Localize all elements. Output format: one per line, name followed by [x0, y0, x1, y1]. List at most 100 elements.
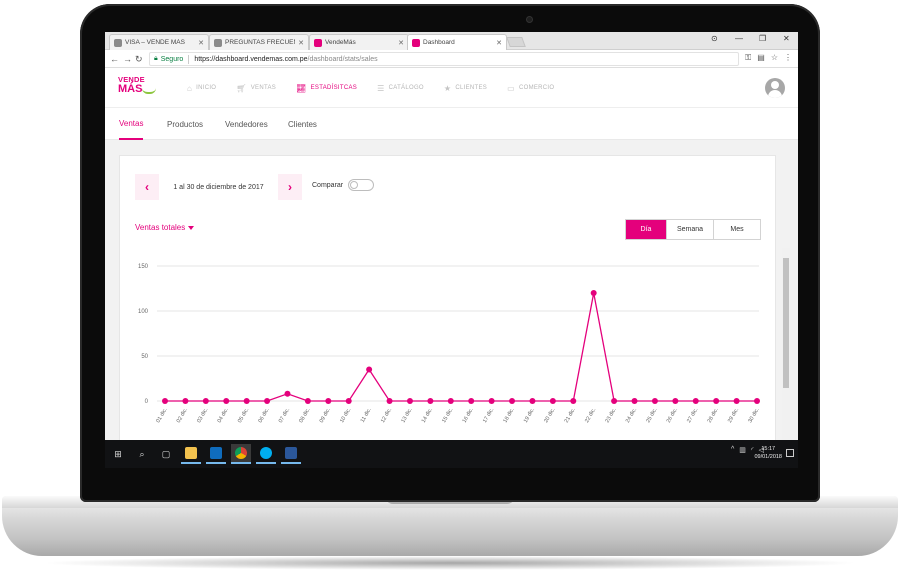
new-tab-button[interactable]: [506, 37, 526, 47]
period-mes-button[interactable]: Mes: [713, 220, 760, 239]
x-tick-label: 15 dic.: [441, 407, 455, 424]
x-tick-label: 14 dic.: [421, 407, 435, 424]
series-line: [165, 292, 757, 402]
tab-clientes[interactable]: Clientes: [288, 108, 317, 140]
x-tick-label: 07 dic.: [278, 407, 292, 424]
x-tick-label: 16 dic.: [462, 407, 476, 424]
data-point: [223, 398, 230, 404]
vendemas-icon: [412, 38, 420, 47]
data-point: [182, 398, 189, 404]
lock-icon: 🔒︎: [154, 55, 158, 62]
wifi-icon[interactable]: ◜: [751, 446, 754, 454]
content-area: ‹ 1 al 30 de diciembre de 2017 › Compara…: [105, 140, 790, 468]
word-app[interactable]: [281, 444, 301, 464]
close-window-icon[interactable]: ✕: [783, 34, 790, 43]
windows-taskbar: ⊞ ⌕ ▢ ^ ▥ ◜ ◁ 15:17 09/01/2018: [105, 440, 798, 468]
x-tick-label: 27 dic.: [686, 407, 700, 424]
outlook-app[interactable]: [206, 444, 226, 464]
data-point: [488, 398, 495, 404]
chrome-icon: [235, 447, 247, 459]
address-bar-icons: ⚿ ▤ ☆ ⋮: [745, 53, 792, 63]
browser-tab-preguntas[interactable]: PREGUNTAS FRECUENTE ✕: [209, 34, 309, 50]
browser-tab-dashboard[interactable]: Dashboard ✕: [407, 34, 507, 50]
y-tick-label: 0: [145, 399, 149, 405]
metric-dropdown[interactable]: Ventas totales: [135, 223, 195, 232]
date-range-label: 1 al 30 de diciembre de 2017: [159, 174, 278, 200]
nav-item-catalogo[interactable]: ☰ CATÁLOGO: [367, 68, 434, 108]
data-point: [447, 398, 454, 404]
task-view-icon[interactable]: ▢: [159, 447, 173, 461]
user-avatar[interactable]: [765, 78, 785, 98]
period-dia-button[interactable]: Día: [626, 220, 666, 239]
cart-icon: 🛒︎: [236, 83, 247, 93]
close-icon[interactable]: ✕: [398, 39, 404, 47]
file-explorer-app[interactable]: [181, 444, 201, 464]
taskbar-clock[interactable]: 15:17 09/01/2018: [754, 445, 782, 461]
tab-label: Dashboard: [423, 39, 455, 46]
vendemas-logo[interactable]: VENDE MÁS: [118, 76, 156, 100]
period-semana-button[interactable]: Semana: [666, 220, 713, 239]
x-tick-label: 05 dic.: [237, 407, 251, 424]
period-selector: Día Semana Mes: [625, 219, 761, 240]
nav-label: CATÁLOGO: [388, 85, 424, 91]
chrome-app[interactable]: [231, 444, 251, 464]
chart-icon: 📈︎: [296, 83, 307, 93]
scrollbar-thumb[interactable]: [783, 258, 789, 388]
x-tick-label: 08 dic.: [298, 407, 312, 424]
x-tick-label: 03 dic.: [196, 407, 210, 424]
compare-label: Comparar: [312, 182, 344, 189]
nav-label: COMERCIO: [518, 85, 555, 91]
url-input[interactable]: 🔒︎ Seguro https://dashboard.vendemas.com…: [149, 52, 739, 66]
browser-tab-vendemas[interactable]: VendeMás ✕: [309, 34, 409, 50]
translate-icon[interactable]: ▤: [757, 53, 765, 63]
data-point: [427, 398, 434, 404]
x-tick-label: 24 dic.: [625, 407, 639, 424]
data-point: [406, 398, 413, 404]
tab-vendedores[interactable]: Vendedores: [225, 108, 268, 140]
network-icon[interactable]: ▥: [739, 446, 746, 454]
data-point: [366, 366, 373, 373]
clock-time: 15:17: [761, 446, 776, 452]
windows-start-icon[interactable]: ⊞: [111, 447, 125, 461]
reload-icon[interactable]: ↻: [135, 53, 143, 65]
x-tick-label: 17 dic.: [482, 407, 496, 424]
nav-item-ventas[interactable]: 🛒︎ VENTAS: [226, 68, 286, 108]
search-icon[interactable]: ⌕: [135, 447, 149, 461]
x-tick-label: 11 dic.: [360, 407, 373, 424]
profile-icon[interactable]: ⊙: [711, 34, 718, 43]
data-point: [386, 398, 393, 404]
main-nav: ⌂ INICIO 🛒︎ VENTAS 📈︎ ESTADÍSITCAS ☰ CAT…: [177, 68, 564, 108]
tab-productos[interactable]: Productos: [167, 108, 203, 140]
tab-label: VISA – VENDE MÁS: [125, 39, 185, 46]
bookmark-star-icon[interactable]: ☆: [771, 53, 778, 63]
data-point: [754, 398, 760, 404]
x-tick-label: 04 dic.: [217, 407, 231, 424]
tab-ventas[interactable]: Ventas: [119, 108, 144, 140]
restore-icon[interactable]: ❐: [759, 34, 766, 43]
url-path: /dashboard/stats/sales: [307, 55, 378, 63]
next-period-button[interactable]: ›: [278, 174, 302, 200]
close-icon[interactable]: ✕: [496, 39, 502, 47]
x-tick-label: 20 dic.: [543, 407, 557, 424]
nav-item-inicio[interactable]: ⌂ INICIO: [177, 68, 226, 108]
scrollbar[interactable]: [782, 248, 790, 468]
close-icon[interactable]: ✕: [198, 39, 204, 47]
chevron-up-icon[interactable]: ^: [731, 446, 734, 454]
browser-tab-visa[interactable]: VISA – VENDE MÁS ✕: [109, 34, 209, 50]
menu-icon[interactable]: ⋮: [784, 53, 792, 63]
skype-app[interactable]: [256, 444, 276, 464]
nav-item-estadisticas[interactable]: 📈︎ ESTADÍSITCAS: [286, 68, 367, 108]
x-tick-label: 18 dic.: [502, 407, 516, 424]
forward-icon[interactable]: →: [123, 53, 132, 65]
data-point: [713, 398, 720, 404]
minimize-icon[interactable]: —: [735, 34, 743, 43]
nav-item-comercio[interactable]: ▭ COMERCIO: [497, 68, 564, 108]
notification-icon[interactable]: [786, 449, 794, 457]
key-icon[interactable]: ⚿: [745, 53, 751, 63]
close-icon[interactable]: ✕: [298, 39, 304, 47]
nav-item-clientes[interactable]: ★ CLIENTES: [434, 68, 497, 108]
data-point: [590, 290, 597, 296]
back-icon[interactable]: ←: [110, 53, 119, 65]
compare-toggle[interactable]: [348, 179, 374, 191]
prev-period-button[interactable]: ‹: [135, 174, 159, 200]
